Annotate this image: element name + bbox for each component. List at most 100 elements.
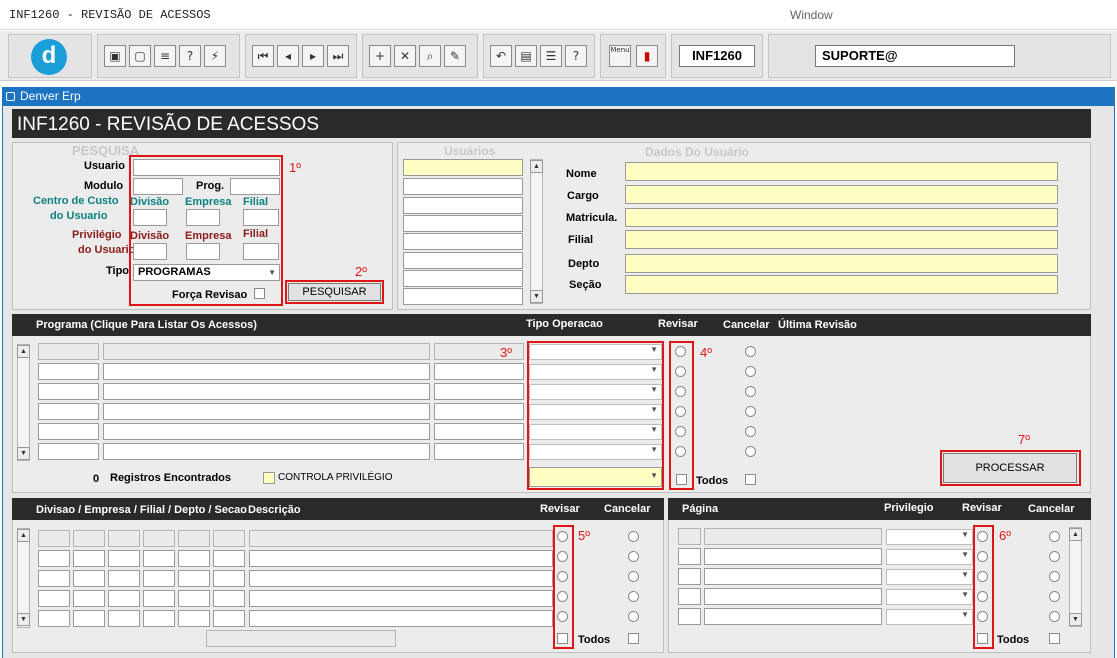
cell[interactable] <box>103 363 430 380</box>
cell[interactable] <box>249 530 553 547</box>
cell[interactable] <box>38 383 99 400</box>
cell[interactable] <box>678 608 701 625</box>
exit-door-icon[interactable]: ▮ <box>636 45 658 67</box>
print-icon[interactable]: ≡ <box>154 45 176 67</box>
cell[interactable] <box>249 570 553 587</box>
previous-record-icon[interactable]: ◂ <box>277 45 299 67</box>
cell[interactable] <box>103 343 430 360</box>
usuario-row[interactable] <box>403 233 523 250</box>
cell[interactable] <box>249 550 553 567</box>
cancelar-radio[interactable] <box>628 611 639 622</box>
cancelar-radio[interactable] <box>745 346 756 357</box>
cancelar-radio[interactable] <box>628 591 639 602</box>
privilegio-select[interactable]: ▼ <box>886 609 973 625</box>
usuario-row[interactable] <box>403 197 523 214</box>
query-icon[interactable]: ⌕ <box>419 45 441 67</box>
scroll-down-icon[interactable]: ▼ <box>530 290 543 303</box>
cell[interactable] <box>678 548 701 565</box>
cell[interactable] <box>108 550 140 567</box>
next-record-icon[interactable]: ▸ <box>302 45 324 67</box>
cell[interactable] <box>143 590 175 607</box>
cell[interactable] <box>73 530 105 547</box>
first-record-icon[interactable]: ⏮ <box>252 45 274 67</box>
window-menu[interactable]: Window <box>790 8 833 22</box>
cancelar-radio[interactable] <box>1049 571 1060 582</box>
undo-icon[interactable]: ↶ <box>490 45 512 67</box>
cell[interactable] <box>103 443 430 460</box>
cell[interactable] <box>704 568 882 585</box>
scroll-up-icon[interactable]: ▲ <box>17 529 30 542</box>
cell[interactable] <box>143 530 175 547</box>
cell[interactable] <box>103 383 430 400</box>
save-icon[interactable]: ▣ <box>104 45 126 67</box>
cell[interactable] <box>143 550 175 567</box>
cell[interactable] <box>38 590 70 607</box>
cell[interactable] <box>178 590 210 607</box>
cell[interactable] <box>38 570 70 587</box>
cell[interactable] <box>38 610 70 627</box>
help-icon[interactable]: ? <box>565 45 587 67</box>
cell[interactable] <box>213 570 245 587</box>
cell[interactable] <box>108 530 140 547</box>
cell[interactable] <box>249 610 553 627</box>
cell[interactable] <box>704 528 882 545</box>
cell[interactable] <box>38 443 99 460</box>
cell[interactable] <box>108 610 140 627</box>
cell[interactable] <box>73 570 105 587</box>
query-help-icon[interactable]: ? <box>179 45 201 67</box>
usuario-row[interactable] <box>403 288 523 305</box>
cell[interactable] <box>143 610 175 627</box>
cell[interactable] <box>434 423 524 440</box>
cell[interactable] <box>178 610 210 627</box>
cancelar-radio[interactable] <box>1049 591 1060 602</box>
edit-icon[interactable]: ✎ <box>444 45 466 67</box>
cell[interactable] <box>249 590 553 607</box>
cell[interactable] <box>108 590 140 607</box>
cell[interactable] <box>434 363 524 380</box>
cell[interactable] <box>434 443 524 460</box>
usuario-row[interactable] <box>403 178 523 195</box>
privilegio-select[interactable]: ▼ <box>886 569 973 585</box>
usuario-row[interactable] <box>403 215 523 232</box>
delete-record-icon[interactable]: ✕ <box>394 45 416 67</box>
cancelar-radio[interactable] <box>745 446 756 457</box>
scroll-up-icon[interactable]: ▲ <box>530 160 543 173</box>
cell[interactable] <box>38 343 99 360</box>
cancelar-radio[interactable] <box>628 531 639 542</box>
programas-scrollbar[interactable] <box>17 344 30 461</box>
usuario-row[interactable] <box>403 270 523 287</box>
window-icon[interactable]: ▢ <box>129 45 151 67</box>
cell[interactable] <box>178 530 210 547</box>
list-icon[interactable]: ☰ <box>540 45 562 67</box>
scroll-up-icon[interactable]: ▲ <box>1069 528 1082 541</box>
cell[interactable] <box>73 550 105 567</box>
cell[interactable] <box>434 403 524 420</box>
cell[interactable] <box>178 550 210 567</box>
cell[interactable] <box>178 570 210 587</box>
cell[interactable] <box>213 610 245 627</box>
privilegio-select[interactable]: ▼ <box>886 549 973 565</box>
cell[interactable] <box>678 528 701 545</box>
cell[interactable] <box>213 550 245 567</box>
cell[interactable] <box>103 423 430 440</box>
cell[interactable] <box>704 608 882 625</box>
cancelar-radio[interactable] <box>1049 611 1060 622</box>
clipboard-icon[interactable]: ▤ <box>515 45 537 67</box>
cell[interactable] <box>73 610 105 627</box>
pagina-scrollbar[interactable] <box>1069 527 1082 627</box>
cell[interactable] <box>38 363 99 380</box>
cancelar-radio[interactable] <box>628 551 639 562</box>
insert-record-icon[interactable]: + <box>369 45 391 67</box>
cell[interactable] <box>38 403 99 420</box>
menu-icon[interactable]: Menu <box>609 45 631 67</box>
cancelar-radio[interactable] <box>745 426 756 437</box>
cell[interactable] <box>213 530 245 547</box>
cancelar-radio[interactable] <box>1049 551 1060 562</box>
cell[interactable] <box>678 568 701 585</box>
scroll-up-icon[interactable]: ▲ <box>17 345 30 358</box>
usuario-row[interactable] <box>403 252 523 269</box>
last-record-icon[interactable]: ⏭ <box>327 45 349 67</box>
cell[interactable] <box>704 588 882 605</box>
divisao-todos-cancelar-checkbox[interactable] <box>628 633 639 644</box>
cancelar-radio[interactable] <box>745 386 756 397</box>
